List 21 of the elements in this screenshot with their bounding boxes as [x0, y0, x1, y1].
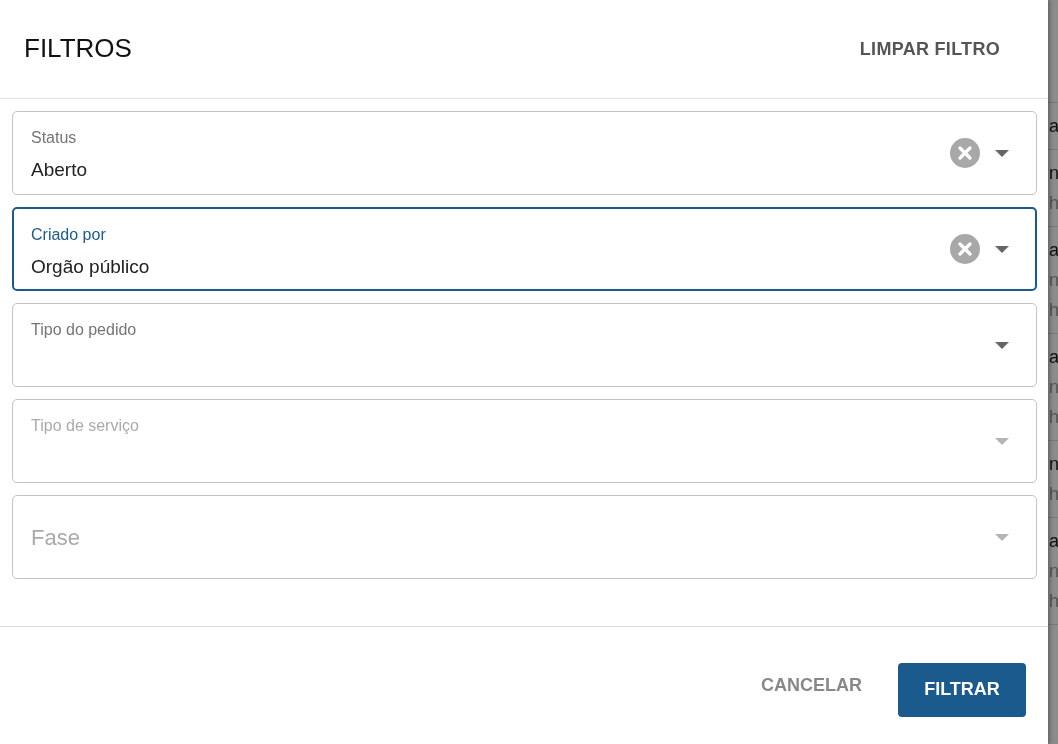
background-text: n	[1049, 453, 1058, 476]
field-value: Aberto	[31, 158, 88, 182]
dropdown-arrow-icon[interactable]	[994, 340, 1010, 350]
clear-filter-button[interactable]: LIMPAR FILTRO	[835, 27, 1024, 71]
field-label: Status	[31, 128, 78, 148]
clear-icon[interactable]	[950, 138, 980, 168]
field-placeholder: Fase	[31, 523, 81, 552]
background-text: n	[1049, 162, 1058, 185]
cancel-button[interactable]: CANCELAR	[761, 664, 862, 707]
select-field[interactable]: Criado por Orgão público	[12, 207, 1037, 291]
dropdown-arrow-icon[interactable]	[994, 148, 1010, 158]
field-label: Criado por	[31, 225, 107, 245]
filter-button[interactable]: FILTRAR	[898, 662, 1026, 717]
select-field[interactable]: Status Aberto	[12, 111, 1037, 195]
field-value: Orgão público	[31, 255, 151, 279]
dialog-title: FILTROS	[24, 33, 132, 65]
dropdown-arrow-icon[interactable]	[994, 244, 1010, 254]
clear-icon[interactable]	[950, 234, 980, 264]
field-label: Tipo de serviço	[31, 416, 140, 436]
field-label: Tipo do pedido	[31, 320, 138, 340]
select-field[interactable]: Tipo do pedido	[12, 303, 1037, 387]
